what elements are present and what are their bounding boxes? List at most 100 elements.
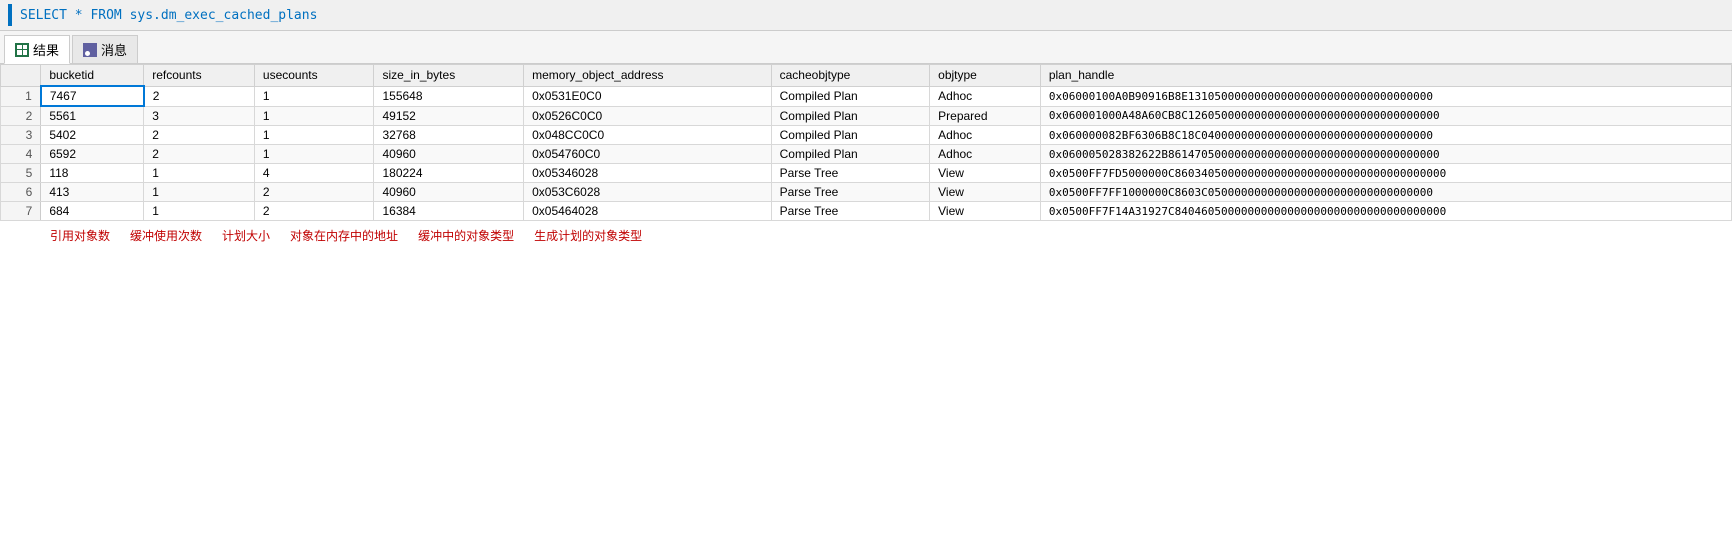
table-row[interactable]: 768412163840x05464028Parse TreeView0x050… xyxy=(1,202,1732,221)
cell-usecounts[interactable]: 4 xyxy=(254,164,374,183)
table-row[interactable]: 3540221327680x048CC0C0Compiled PlanAdhoc… xyxy=(1,126,1732,145)
col-refcounts[interactable]: refcounts xyxy=(144,65,255,87)
col-plan_handle[interactable]: plan_handle xyxy=(1040,65,1731,87)
cell-objtype[interactable]: View xyxy=(930,183,1041,202)
row-number: 3 xyxy=(1,126,41,145)
cell-refcounts[interactable]: 2 xyxy=(144,126,255,145)
cell-memory_object_address[interactable]: 0x05464028 xyxy=(524,202,772,221)
cell-cacheobjtype[interactable]: Compiled Plan xyxy=(771,106,930,126)
table-row[interactable]: 17467211556480x0531E0C0Compiled PlanAdho… xyxy=(1,86,1732,106)
cell-size_in_bytes[interactable]: 16384 xyxy=(374,202,524,221)
cell-plan_handle[interactable]: 0x0500FF7F14A31927C840460500000000000000… xyxy=(1040,202,1731,221)
col-bucketid[interactable]: bucketid xyxy=(41,65,144,87)
table-row[interactable]: 641312409600x053C6028Parse TreeView0x050… xyxy=(1,183,1732,202)
cell-usecounts[interactable]: 1 xyxy=(254,86,374,106)
cell-objtype[interactable]: View xyxy=(930,164,1041,183)
cell-memory_object_address[interactable]: 0x05346028 xyxy=(524,164,772,183)
table-body: 17467211556480x0531E0C0Compiled PlanAdho… xyxy=(1,86,1732,221)
cell-bucketid[interactable]: 684 xyxy=(41,202,144,221)
row-number: 1 xyxy=(1,86,41,106)
cell-plan_handle[interactable]: 0x0500FF7FF1000000C8603C0500000000000000… xyxy=(1040,183,1731,202)
row-number: 5 xyxy=(1,164,41,183)
annotation-item: 对象在内存中的地址 xyxy=(290,227,398,244)
tab-messages-label: 消息 xyxy=(101,40,127,59)
cell-objtype[interactable]: View xyxy=(930,202,1041,221)
tab-results[interactable]: 结果 xyxy=(4,35,70,64)
cell-usecounts[interactable]: 1 xyxy=(254,106,374,126)
results-icon xyxy=(15,43,29,57)
row-number: 2 xyxy=(1,106,41,126)
results-table: bucketid refcounts usecounts size_in_byt… xyxy=(0,64,1732,221)
cell-usecounts[interactable]: 1 xyxy=(254,126,374,145)
annotation-item: 缓冲中的对象类型 xyxy=(418,227,514,244)
cell-refcounts[interactable]: 2 xyxy=(144,145,255,164)
annotation-item: 计划大小 xyxy=(222,227,270,244)
row-number: 4 xyxy=(1,145,41,164)
cell-plan_handle[interactable]: 0x060000082BF6306B8C18C04000000000000000… xyxy=(1040,126,1731,145)
cell-memory_object_address[interactable]: 0x054760C0 xyxy=(524,145,772,164)
cell-refcounts[interactable]: 3 xyxy=(144,106,255,126)
annotation-item: 引用对象数 xyxy=(50,227,110,244)
cell-objtype[interactable]: Adhoc xyxy=(930,126,1041,145)
cell-cacheobjtype[interactable]: Parse Tree xyxy=(771,202,930,221)
sql-bar: SELECT * FROM sys.dm_exec_cached_plans xyxy=(0,0,1732,31)
cell-usecounts[interactable]: 2 xyxy=(254,202,374,221)
cell-plan_handle[interactable]: 0x0500FF7FD5000000C860340500000000000000… xyxy=(1040,164,1731,183)
col-usecounts[interactable]: usecounts xyxy=(254,65,374,87)
cell-objtype[interactable]: Adhoc xyxy=(930,86,1041,106)
cell-refcounts[interactable]: 2 xyxy=(144,86,255,106)
cell-bucketid[interactable]: 413 xyxy=(41,183,144,202)
table-header: bucketid refcounts usecounts size_in_byt… xyxy=(1,65,1732,87)
cell-cacheobjtype[interactable]: Compiled Plan xyxy=(771,126,930,145)
cell-size_in_bytes[interactable]: 49152 xyxy=(374,106,524,126)
cell-cacheobjtype[interactable]: Parse Tree xyxy=(771,183,930,202)
sql-code: SELECT * FROM sys.dm_exec_cached_plans xyxy=(20,8,317,23)
col-objtype[interactable]: objtype xyxy=(930,65,1041,87)
col-rownum xyxy=(1,65,41,87)
cell-refcounts[interactable]: 1 xyxy=(144,164,255,183)
cell-plan_handle[interactable]: 0x06000100A0B90916B8E1310500000000000000… xyxy=(1040,86,1731,106)
cell-size_in_bytes[interactable]: 40960 xyxy=(374,145,524,164)
cell-memory_object_address[interactable]: 0x048CC0C0 xyxy=(524,126,772,145)
cell-size_in_bytes[interactable]: 155648 xyxy=(374,86,524,106)
tab-results-label: 结果 xyxy=(33,40,59,59)
cell-cacheobjtype[interactable]: Compiled Plan xyxy=(771,145,930,164)
cell-bucketid[interactable]: 5402 xyxy=(41,126,144,145)
row-number: 7 xyxy=(1,202,41,221)
cell-refcounts[interactable]: 1 xyxy=(144,202,255,221)
sql-bar-indicator xyxy=(8,4,12,26)
cell-plan_handle[interactable]: 0x060005028382622B8614705000000000000000… xyxy=(1040,145,1731,164)
cell-objtype[interactable]: Prepared xyxy=(930,106,1041,126)
tab-bar: 结果 消息 xyxy=(0,31,1732,64)
row-number: 6 xyxy=(1,183,41,202)
table-row[interactable]: 5118141802240x05346028Parse TreeView0x05… xyxy=(1,164,1732,183)
annotation-item: 缓冲使用次数 xyxy=(130,227,202,244)
tab-messages[interactable]: 消息 xyxy=(72,35,138,63)
table-row[interactable]: 4659221409600x054760C0Compiled PlanAdhoc… xyxy=(1,145,1732,164)
cell-usecounts[interactable]: 1 xyxy=(254,145,374,164)
cell-refcounts[interactable]: 1 xyxy=(144,183,255,202)
cell-cacheobjtype[interactable]: Parse Tree xyxy=(771,164,930,183)
cell-size_in_bytes[interactable]: 180224 xyxy=(374,164,524,183)
results-table-container[interactable]: bucketid refcounts usecounts size_in_byt… xyxy=(0,64,1732,221)
cell-usecounts[interactable]: 2 xyxy=(254,183,374,202)
cell-objtype[interactable]: Adhoc xyxy=(930,145,1041,164)
cell-bucketid[interactable]: 118 xyxy=(41,164,144,183)
cell-memory_object_address[interactable]: 0x053C6028 xyxy=(524,183,772,202)
cell-memory_object_address[interactable]: 0x0531E0C0 xyxy=(524,86,772,106)
messages-icon xyxy=(83,43,97,57)
cell-bucketid[interactable]: 6592 xyxy=(41,145,144,164)
cell-memory_object_address[interactable]: 0x0526C0C0 xyxy=(524,106,772,126)
cell-size_in_bytes[interactable]: 32768 xyxy=(374,126,524,145)
table-row[interactable]: 2556131491520x0526C0C0Compiled PlanPrepa… xyxy=(1,106,1732,126)
col-size_in_bytes[interactable]: size_in_bytes xyxy=(374,65,524,87)
cell-size_in_bytes[interactable]: 40960 xyxy=(374,183,524,202)
annotation-bar: 引用对象数 缓冲使用次数 计划大小 对象在内存中的地址 缓冲中的对象类型 生成计划的对象类… xyxy=(0,221,1732,248)
annotation-item: 生成计划的对象类型 xyxy=(534,227,642,244)
cell-bucketid[interactable]: 5561 xyxy=(41,106,144,126)
col-memory_object_address[interactable]: memory_object_address xyxy=(524,65,772,87)
col-cacheobjtype[interactable]: cacheobjtype xyxy=(771,65,930,87)
cell-cacheobjtype[interactable]: Compiled Plan xyxy=(771,86,930,106)
cell-bucketid[interactable]: 7467 xyxy=(41,86,144,106)
cell-plan_handle[interactable]: 0x060001000A48A60CB8C1260500000000000000… xyxy=(1040,106,1731,126)
